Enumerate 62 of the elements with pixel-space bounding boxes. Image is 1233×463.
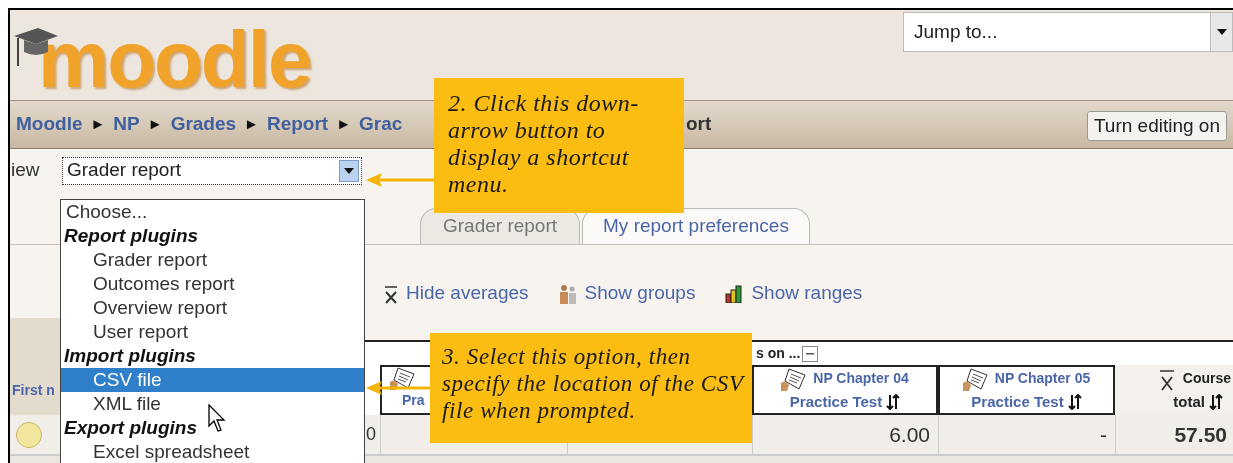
select-value: Jump to... bbox=[913, 19, 998, 44]
menu-item[interactable]: XML file bbox=[61, 392, 364, 416]
toolbar-link[interactable]: Hide averages bbox=[384, 279, 529, 308]
avatar bbox=[16, 421, 42, 448]
breadcrumb-link[interactable]: NP bbox=[113, 110, 140, 139]
toolbar-link[interactable]: Show ranges bbox=[725, 279, 863, 308]
minus-icon bbox=[806, 352, 815, 355]
breadcrumb-separator: ► bbox=[244, 114, 259, 135]
bar-chart-icon bbox=[725, 284, 744, 303]
menu-item[interactable]: Choose... bbox=[61, 200, 364, 224]
column-subtitle: total bbox=[1173, 391, 1205, 412]
menu-group-label: Report plugins bbox=[63, 224, 199, 248]
caret-icon bbox=[344, 167, 354, 174]
menu-item[interactable]: User report bbox=[61, 320, 364, 344]
menu-item[interactable]: Excel spreadsheet bbox=[61, 440, 364, 463]
caret-icon bbox=[1216, 29, 1227, 35]
menu-item[interactable]: Overview report bbox=[61, 296, 364, 320]
sort-icon[interactable] bbox=[1067, 394, 1082, 410]
dropdown-button[interactable] bbox=[1210, 13, 1232, 51]
sort-icon[interactable] bbox=[886, 394, 901, 410]
breadcrumb-link[interactable]: Grac bbox=[359, 110, 403, 139]
column-title[interactable]: NP Chapter 04 bbox=[813, 368, 909, 390]
menu-item[interactable]: Outcomes report bbox=[61, 272, 364, 296]
menu-group-label: Export plugins bbox=[63, 416, 197, 440]
view-label: iew bbox=[11, 158, 41, 183]
callout-arrow bbox=[366, 381, 430, 395]
column-title: Course bbox=[1182, 369, 1231, 389]
breadcrumb-current: ort bbox=[686, 112, 712, 137]
column-subtitle[interactable]: Pra bbox=[402, 389, 425, 411]
sort-icon[interactable] bbox=[1209, 394, 1223, 410]
jump-to-select[interactable]: Jump to... bbox=[903, 12, 1233, 52]
breadcrumb-separator: ► bbox=[336, 114, 352, 135]
breadcrumb-separator: ► bbox=[90, 114, 106, 135]
grade-cell-text: - bbox=[1100, 421, 1107, 448]
menu-item[interactable]: Grader report bbox=[61, 248, 364, 272]
grade-cell-text: 6.00 bbox=[889, 421, 930, 448]
grade-cell-text: 0 bbox=[366, 423, 376, 446]
x-bar-icon bbox=[384, 283, 398, 304]
menu-item[interactable]: CSV file bbox=[61, 368, 364, 392]
callout: 2. Click this down-arrow button to display a shortcut menu. bbox=[434, 78, 684, 213]
breadcrumb-separator: ► bbox=[147, 114, 163, 135]
group-label: s on ... bbox=[756, 344, 801, 363]
dropdown-button[interactable] bbox=[339, 159, 359, 182]
breadcrumb-link[interactable]: Report bbox=[266, 110, 329, 139]
toolbar-link[interactable]: Show groups bbox=[558, 279, 696, 308]
callout-arrow bbox=[366, 173, 434, 187]
tab[interactable]: My report preferences bbox=[582, 208, 810, 244]
collapse-button[interactable] bbox=[802, 345, 819, 362]
mouse-cursor-icon bbox=[208, 404, 228, 434]
breadcrumb-link[interactable]: Moodle bbox=[16, 110, 83, 139]
column-subtitle[interactable]: Practice Test bbox=[789, 390, 883, 414]
breadcrumb-link[interactable]: Grades bbox=[170, 110, 237, 139]
column-subtitle[interactable]: Practice Test bbox=[971, 390, 1064, 414]
view-select[interactable]: Grader report bbox=[62, 156, 362, 185]
grade-cell-text: 57.50 bbox=[1174, 421, 1227, 448]
people-icon bbox=[558, 283, 577, 304]
column-header[interactable]: First n bbox=[12, 379, 55, 401]
callout: 3. Select this option, then specify the location of the CSV file when prompted. bbox=[430, 333, 752, 443]
turn-editing-on-button[interactable]: Turn editing on bbox=[1086, 110, 1227, 141]
select-value: Grader report bbox=[66, 158, 182, 183]
column-title[interactable]: NP Chapter 05 bbox=[994, 368, 1091, 390]
menu-group-label: Import plugins bbox=[63, 344, 196, 368]
